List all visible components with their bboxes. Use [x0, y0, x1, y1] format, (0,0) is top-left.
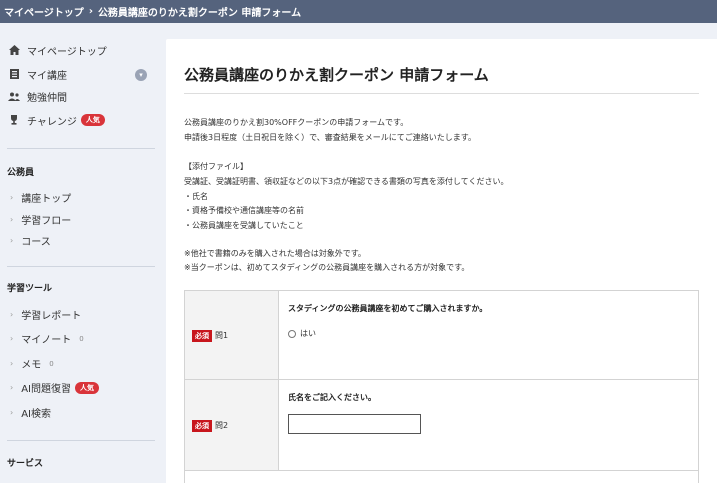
sidebar-item-label: AI検索	[21, 409, 51, 420]
top-breadcrumb-bar: マイページトップ › 公務員講座のりかえ割クーポン 申請フォーム	[0, 0, 717, 23]
description-line: ※他社で書籍のみを購入された場合は対象外です。	[184, 249, 366, 258]
question-label-cell: 必須 問2	[185, 380, 279, 470]
question-table: 必須 問1 スタディングの公務員講座を初めてご購入されますか。 はい 必須 問2…	[184, 290, 699, 483]
sidebar-item-course-top[interactable]: › 講座トップ	[10, 190, 71, 205]
chevron-right-icon: ›	[10, 215, 14, 224]
trophy-icon	[7, 113, 21, 127]
chevron-right-icon: ›	[10, 383, 14, 392]
title-divider	[184, 93, 699, 94]
sidebar-item-label: コース	[21, 237, 51, 248]
sidebar-item-challenge[interactable]: チャレンジ 人気	[7, 112, 105, 128]
question-number: 問1	[215, 331, 229, 340]
description-line: 【添付ファイル】	[184, 162, 248, 171]
sidebar-item-label: 勉強仲間	[27, 92, 67, 104]
sidebar-item-learning-flow[interactable]: › 学習フロー	[10, 212, 71, 227]
sidebar-divider	[7, 440, 155, 441]
chevron-right-icon: ›	[10, 310, 14, 319]
yes-radio-option[interactable]: はい	[288, 328, 316, 339]
description-line: 受講証、受講証明書、領収証などの以下3点が確認できる書類の写真を添付してください…	[184, 177, 509, 186]
home-icon	[7, 43, 21, 57]
breadcrumb-home-link[interactable]: マイページトップ	[4, 4, 84, 19]
sidebar-item-label: 学習レポート	[21, 311, 82, 322]
sidebar: マイページトップ マイ講座 ▾ 勉強仲間 チャレンジ 人気 公務員 › 講座トッ…	[0, 23, 166, 483]
description-line: ※当クーポンは、初めてスタディングの公務員講座を購入される方が対象です。	[184, 263, 470, 272]
sidebar-item-memo[interactable]: › メモ 0	[10, 356, 54, 371]
book-icon	[7, 67, 21, 81]
sidebar-divider	[7, 148, 155, 149]
chevron-right-icon: ›	[10, 359, 14, 368]
radio-button[interactable]	[288, 329, 296, 338]
sidebar-item-learning-report[interactable]: › 学習レポート	[10, 307, 81, 322]
popular-badge: 人気	[80, 114, 105, 126]
people-icon	[7, 89, 21, 103]
popular-badge: 人気	[75, 381, 99, 394]
question-text: 氏名をご記入ください。	[288, 393, 376, 402]
question-label-cell: 必須 問1	[185, 291, 279, 379]
description-line: ・氏名	[184, 192, 208, 201]
item-count: 0	[49, 359, 54, 368]
sidebar-item-label: マイ講座	[27, 70, 67, 82]
sidebar-item-label: マイノート	[21, 335, 72, 346]
chevron-right-icon: ›	[10, 408, 14, 417]
chevron-right-icon: ›	[10, 334, 14, 343]
sidebar-item-ai-search[interactable]: › AI検索	[10, 405, 51, 420]
description-line: 申請後3日程度（土日祝日を除く）で、審査結果をメールにてご連絡いたします。	[184, 133, 476, 142]
item-count: 0	[79, 334, 84, 343]
sidebar-item-label: 学習フロー	[21, 216, 72, 227]
sidebar-section-title: 公務員	[7, 168, 35, 178]
required-badge: 必須	[192, 420, 212, 432]
sidebar-item-label: AI問題復習	[21, 384, 71, 395]
question-text: スタディングの公務員講座を初めてご購入されますか。	[288, 304, 488, 313]
sidebar-section-title: サービス	[7, 459, 44, 469]
sidebar-item-label: 講座トップ	[21, 194, 72, 205]
question-row: 必須 問2 氏名をご記入ください。	[185, 380, 698, 471]
radio-label: はい	[300, 329, 316, 338]
description-line: ・公務員講座を受講していたこと	[184, 221, 304, 230]
required-badge: 必須	[192, 330, 212, 342]
sidebar-item-ai-review[interactable]: › AI問題復習 人気	[10, 380, 99, 395]
question-row: 必須 問1 スタディングの公務員講座を初めてご購入されますか。 はい	[185, 291, 698, 380]
page-title: 公務員講座のりかえ割クーポン 申請フォーム	[184, 66, 489, 84]
name-input[interactable]	[288, 414, 421, 434]
sidebar-item-mypage-top[interactable]: マイページトップ	[7, 42, 107, 58]
description-line: ・資格予備校や通信講座等の名前	[184, 206, 304, 215]
sidebar-item-label: チャレンジ	[27, 116, 77, 128]
sidebar-section-title: 学習ツール	[7, 284, 53, 294]
main-content: 公務員講座のりかえ割クーポン 申請フォーム 公務員講座のりかえ割30%OFFクー…	[166, 39, 717, 483]
chevron-right-icon: ›	[10, 193, 14, 202]
sidebar-divider	[7, 266, 155, 267]
description-line: 公務員講座のりかえ割30%OFFクーポンの申請フォームです。	[184, 118, 409, 127]
sidebar-item-label: メモ	[21, 360, 42, 371]
breadcrumb-separator: ›	[88, 6, 93, 17]
sidebar-item-study-friends[interactable]: 勉強仲間	[7, 88, 67, 104]
breadcrumb-current: 公務員講座のりかえ割クーポン 申請フォーム	[97, 8, 302, 19]
sidebar-item-my-note[interactable]: › マイノート 0	[10, 331, 84, 346]
chevron-down-icon[interactable]: ▾	[135, 69, 147, 81]
sidebar-item-label: マイページトップ	[27, 46, 107, 58]
chevron-right-icon: ›	[10, 236, 14, 245]
sidebar-item-my-course[interactable]: マイ講座	[7, 66, 67, 82]
question-number: 問2	[215, 421, 229, 430]
sidebar-item-courses[interactable]: › コース	[10, 233, 51, 248]
